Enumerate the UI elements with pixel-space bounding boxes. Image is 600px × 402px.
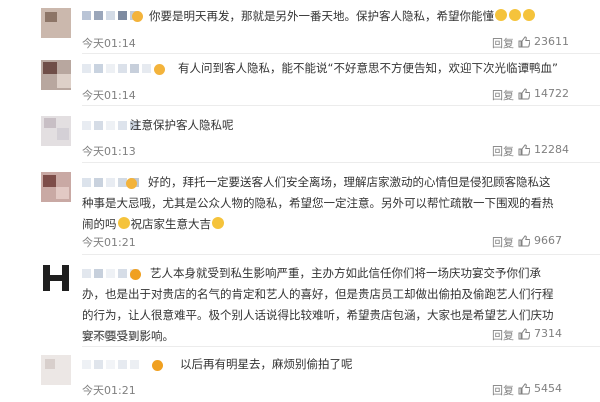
comment-text: 好的，拜托一定要送客人们安全离场，理解店家激动的心情但是侵犯顾客隐私这种事是大忌… bbox=[82, 175, 554, 231]
like-count: 14722 bbox=[534, 87, 569, 100]
comment-text: 你要是明天再发，那就是另外一番天地。保护客人隐私，希望你能懂 bbox=[149, 6, 536, 27]
comment-item: 艺人本身就受到私生影响严重，主办方如此信任你们将一场庆功宴交予你们承办，也是出于… bbox=[0, 255, 600, 347]
comment-text: 有人问到客人隐私，能不能说“不好意思不方便告知，欢迎下次光临谭鸭血” bbox=[178, 61, 558, 75]
reply-button[interactable]: 回复 bbox=[492, 35, 514, 51]
comment-text: 注意保护客人隐私呢 bbox=[130, 118, 234, 132]
like-count: 23611 bbox=[534, 35, 569, 48]
avatar[interactable] bbox=[41, 355, 71, 385]
thumbs-up-icon bbox=[518, 234, 530, 246]
vip-badge-icon bbox=[154, 64, 165, 75]
comment-time: 今天01:14 bbox=[82, 37, 136, 50]
like-button[interactable]: 12284 bbox=[518, 143, 569, 156]
like-count: 9667 bbox=[534, 234, 562, 247]
comment-item: 你要是明天再发，那就是另外一番天地。保护客人隐私，希望你能懂 今天01:14 回… bbox=[0, 0, 600, 54]
username[interactable] bbox=[82, 360, 139, 369]
avatar[interactable] bbox=[41, 8, 71, 38]
emoji-icon bbox=[523, 9, 535, 21]
like-button[interactable]: 9667 bbox=[518, 234, 562, 247]
emoji-icon bbox=[509, 9, 521, 21]
thumbs-up-icon bbox=[518, 143, 530, 155]
like-button[interactable]: 5454 bbox=[518, 382, 562, 395]
reply-button[interactable]: 回复 bbox=[492, 234, 514, 250]
avatar[interactable] bbox=[41, 263, 71, 293]
like-button[interactable]: 7314 bbox=[518, 327, 562, 340]
reply-button[interactable]: 回复 bbox=[492, 327, 514, 343]
comment-item: 好的，拜托一定要送客人们安全离场，理解店家激动的心情但是侵犯顾客隐私这种事是大忌… bbox=[0, 163, 600, 255]
username[interactable] bbox=[82, 11, 139, 20]
thumbs-up-icon bbox=[518, 87, 530, 99]
reply-button[interactable]: 回复 bbox=[492, 143, 514, 159]
like-button[interactable]: 23611 bbox=[518, 35, 569, 48]
avatar[interactable] bbox=[41, 172, 71, 202]
vip-badge-icon bbox=[152, 360, 163, 371]
emoji-icon bbox=[495, 9, 507, 21]
avatar[interactable] bbox=[41, 116, 71, 146]
comment-time: 今天01:14 bbox=[82, 89, 136, 102]
emoji-icon bbox=[117, 217, 130, 229]
comment-time: 今天01:21 bbox=[82, 236, 136, 249]
comment-time: 今天01:21 bbox=[82, 384, 136, 397]
comment-item: 以后再有明星去，麻烦别偷拍了呢 今天01:21 回复 5454 bbox=[0, 347, 600, 402]
comment-time: 今天01:13 bbox=[82, 145, 136, 158]
comment-time: 今天01:18 bbox=[82, 329, 136, 342]
vip-badge-icon bbox=[132, 11, 143, 22]
comment-item: 有人问到客人隐私，能不能说“不好意思不方便告知，欢迎下次光临谭鸭血” 今天01:… bbox=[0, 54, 600, 106]
like-count: 12284 bbox=[534, 143, 569, 156]
thumbs-up-icon bbox=[518, 327, 530, 339]
username[interactable] bbox=[82, 64, 151, 73]
comment-text: 艺人本身就受到私生影响严重，主办方如此信任你们将一场庆功宴交予你们承办，也是出于… bbox=[82, 266, 554, 343]
comment-item: 注意保护客人隐私呢 今天01:13 回复 12284 bbox=[0, 106, 600, 163]
like-button[interactable]: 14722 bbox=[518, 87, 569, 100]
emoji-icon bbox=[212, 217, 224, 229]
reply-button[interactable]: 回复 bbox=[492, 382, 514, 398]
reply-button[interactable]: 回复 bbox=[492, 87, 514, 103]
thumbs-up-icon bbox=[518, 382, 530, 394]
like-count: 5454 bbox=[534, 382, 562, 395]
thumbs-up-icon bbox=[518, 35, 530, 47]
avatar[interactable] bbox=[41, 60, 71, 90]
comment-text: 以后再有明星去，麻烦别偷拍了呢 bbox=[180, 357, 353, 371]
like-count: 7314 bbox=[534, 327, 562, 340]
